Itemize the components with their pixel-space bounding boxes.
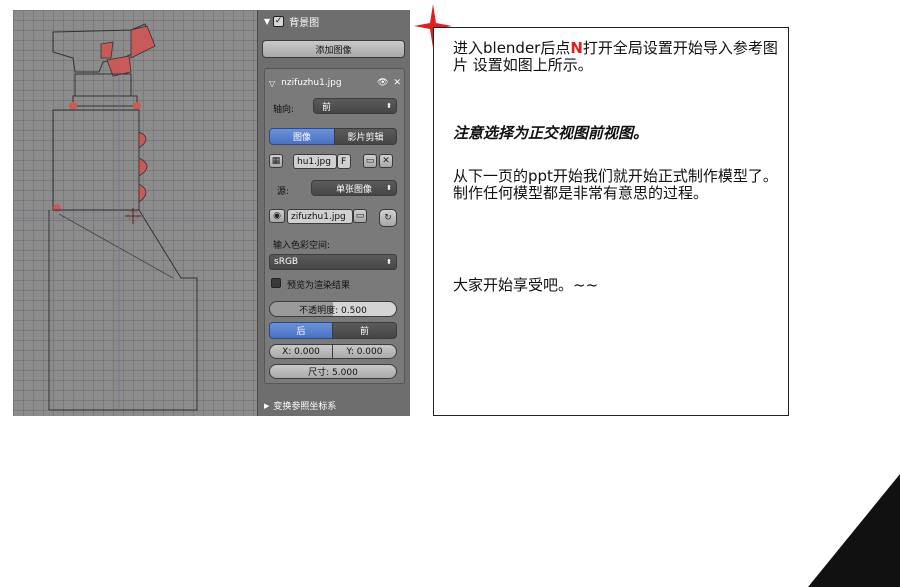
- colorspace-label: 输入色彩空间:: [273, 241, 331, 251]
- y-offset-field[interactable]: Y: 0.000: [332, 344, 397, 359]
- instruction-para-3: 大家开始享受吧。~~: [453, 276, 599, 294]
- close-icon[interactable]: ✕: [393, 78, 401, 88]
- folder-icon[interactable]: ▭: [363, 154, 377, 168]
- image-icon: ◉: [269, 209, 285, 223]
- black-triangle-corner: [808, 474, 900, 587]
- tab-movie-clip[interactable]: 影片剪辑: [334, 128, 397, 145]
- image-item-header[interactable]: ▽ nzifuzhu1.jpg 👁 ✕: [269, 76, 401, 90]
- select-arrow-icon: ⬍: [386, 258, 392, 266]
- select-arrow-icon: ⬍: [386, 184, 392, 192]
- eye-icon[interactable]: 👁: [377, 78, 388, 88]
- file-name-field[interactable]: hu1.jpg: [293, 154, 337, 169]
- source-select[interactable]: 单张图像 ⬍: [311, 180, 397, 196]
- image-browse-icon[interactable]: ▦: [269, 154, 283, 168]
- x-offset-field[interactable]: X: 0.000: [269, 344, 333, 359]
- image-item-box: ▽ nzifuzhu1.jpg 👁 ✕ 轴向: 前 ⬍ 图像 影片剪辑 ▦ hu…: [264, 68, 405, 384]
- unlink-icon[interactable]: ✕: [379, 154, 393, 168]
- source-value: 单张图像: [335, 184, 372, 195]
- 3d-viewport[interactable]: [13, 10, 257, 416]
- image-file-field[interactable]: zifuzhu1.jpg: [287, 209, 353, 224]
- folder-open-icon[interactable]: ▭: [353, 209, 367, 223]
- instruction-para-1: 进入blender后点N打开全局设置开始导入参考图片 设置如图上所示。: [453, 40, 783, 74]
- preview-checkbox[interactable]: [271, 278, 281, 288]
- axis-value: 前: [322, 102, 332, 113]
- enable-checkbox[interactable]: ✓: [273, 15, 285, 27]
- axis-label: 轴向:: [273, 105, 295, 115]
- panel-title: 背景图: [289, 17, 320, 29]
- front-button[interactable]: 前: [332, 322, 397, 339]
- select-arrow-icon: ⬍: [386, 102, 392, 110]
- para1-prefix: 进入blender后点: [453, 39, 571, 57]
- background-images-panel: ▼ ✓ 背景图 添加图像 ▽ nzifuzhu1.jpg 👁 ✕ 轴向: 前 ⬍…: [257, 10, 410, 416]
- transform-title: 变换参照坐标系: [273, 402, 337, 412]
- opacity-slider[interactable]: 不透明度: 0.500: [269, 301, 397, 317]
- panel-header[interactable]: ▼ ✓ 背景图: [258, 10, 411, 32]
- colorspace-select[interactable]: sRGB ⬍: [269, 254, 397, 270]
- colorspace-value: sRGB: [274, 257, 299, 267]
- instruction-para-2: 从下一页的ppt开始我们就开始正式制作模型了。 制作任何模型都是非常有意思的过程…: [453, 167, 778, 202]
- expand-triangle-icon[interactable]: ▶: [264, 402, 269, 410]
- key-n: N: [570, 39, 583, 57]
- back-button[interactable]: 后: [269, 322, 333, 339]
- reload-icon[interactable]: ↻: [379, 209, 397, 227]
- note-text: 注意选择为正交视图前视图。: [453, 124, 649, 142]
- tab-image[interactable]: 图像: [269, 128, 335, 145]
- collapse-triangle-icon[interactable]: ▼: [264, 17, 270, 26]
- instruction-textbox: 进入blender后点N打开全局设置开始导入参考图片 设置如图上所示。 注意选择…: [433, 27, 789, 416]
- image-item-name: nzifuzhu1.jpg: [281, 78, 342, 88]
- bottle-reference-image: [13, 23, 257, 411]
- preview-label: 预览为渲染结果: [287, 281, 351, 291]
- axis-select[interactable]: 前 ⬍: [313, 98, 397, 114]
- expand-triangle-icon[interactable]: ▽: [269, 79, 275, 88]
- fake-user-toggle[interactable]: F: [337, 154, 351, 169]
- add-image-button[interactable]: 添加图像: [262, 40, 405, 58]
- transform-header[interactable]: ▶ 变换参照坐标系: [264, 399, 337, 413]
- source-label: 源:: [277, 187, 290, 197]
- size-field[interactable]: 尺寸: 5.000: [269, 364, 397, 379]
